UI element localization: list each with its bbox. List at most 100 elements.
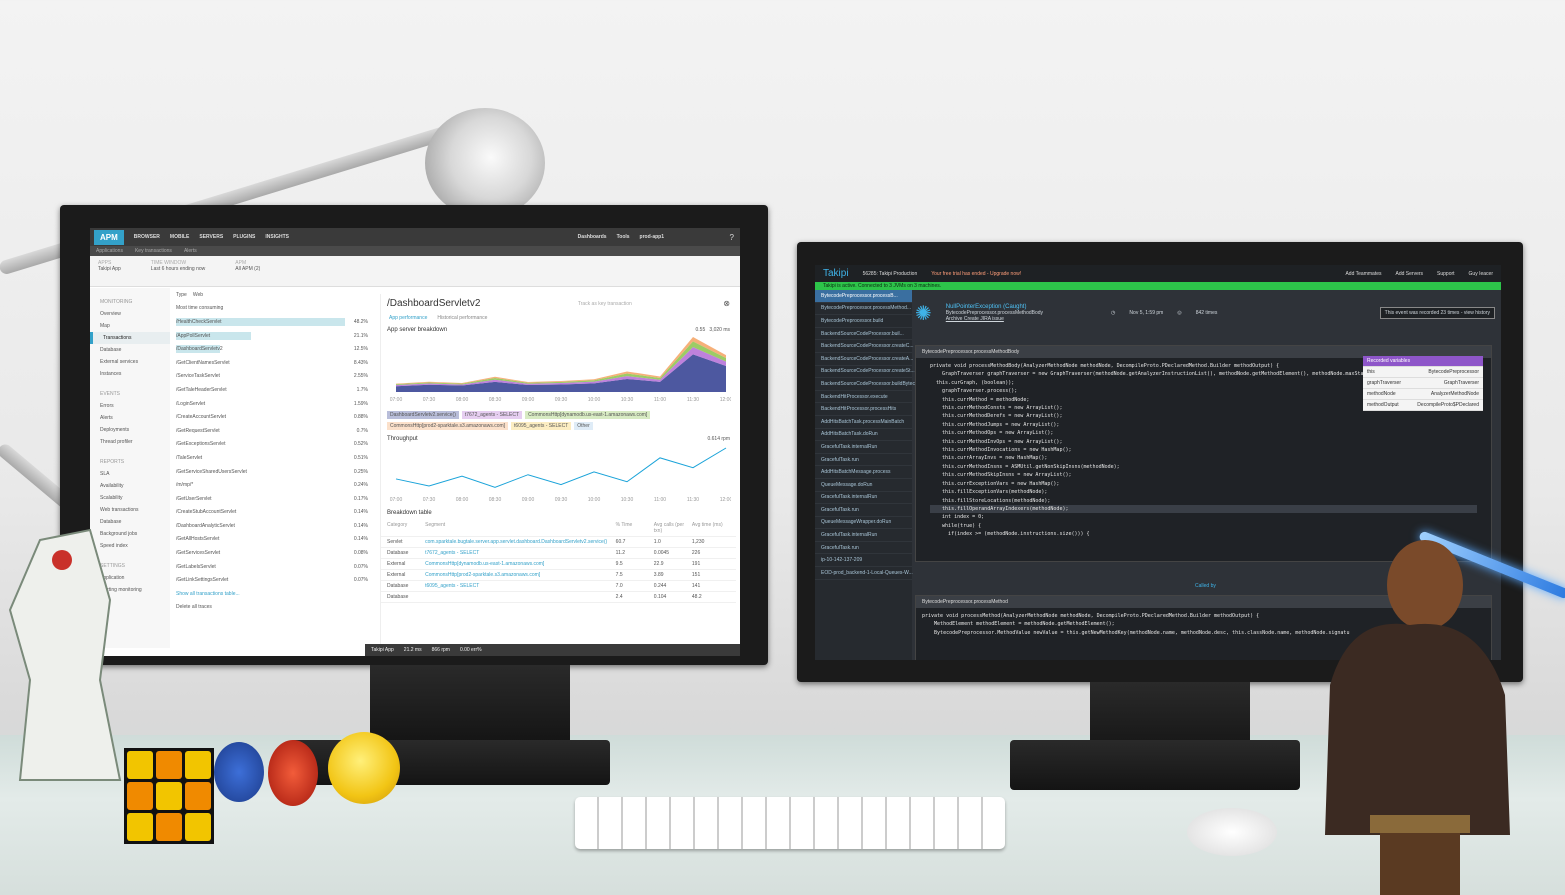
stack-frame-item[interactable]: QueueMessage.doRun: [815, 479, 912, 492]
variable-row[interactable]: this BytecodePreprocessor: [1363, 367, 1483, 378]
nav-plugins[interactable]: PLUGINS: [233, 234, 255, 240]
app-picker[interactable]: APPS Takipi App: [98, 260, 121, 282]
history-dropdown[interactable]: This event was recorded 23 times - view …: [1379, 307, 1495, 319]
nav-insights[interactable]: INSIGHTS: [265, 234, 289, 240]
transaction-row[interactable]: /CreateStubAccountServlet 0.14%: [172, 506, 372, 520]
takipi-logo[interactable]: Takipi: [823, 268, 849, 279]
close-icon[interactable]: ⊗: [723, 299, 736, 308]
support-menu[interactable]: Support: [1437, 271, 1455, 277]
legend-item[interactable]: CommonsHttp[prod2-sparktale.s3.amazonaws…: [387, 422, 509, 430]
nav-servers[interactable]: SERVERS: [199, 234, 223, 240]
transaction-row[interactable]: /m/mp/* 0.24%: [172, 478, 372, 492]
transaction-row[interactable]: /AppPollServlet 21.1%: [172, 329, 372, 343]
nav-browser[interactable]: BROWSER: [134, 234, 160, 240]
sidebar-item[interactable]: Overview: [90, 308, 170, 320]
environment-name[interactable]: 56285: Takipi Production: [863, 271, 918, 277]
sidebar-item[interactable]: Deployments: [90, 424, 170, 436]
dashboards-menu[interactable]: Dashboards: [578, 234, 607, 240]
variable-row[interactable]: graphTraverser GraphTraverser: [1363, 378, 1483, 389]
stack-frame-item[interactable]: QueueMessageWrapper.doRun: [815, 517, 912, 530]
stack-frame-item[interactable]: GracefulTask.run: [815, 504, 912, 517]
legend-item[interactable]: DashboardServletv2.service(): [387, 411, 459, 419]
error-links[interactable]: Archive Create JIRA issue: [946, 316, 1043, 322]
sidebar-item[interactable]: Instances: [90, 368, 170, 380]
transaction-row[interactable]: /TaleServlet 0.51%: [172, 451, 372, 465]
table-row[interactable]: Servlet com.sparktale.bugtale.server.app.…: [381, 537, 736, 548]
legend-item[interactable]: t6095_agents - SELECT: [511, 422, 572, 430]
table-row[interactable]: Database t7672_agents - SELECT 11.2 0.0045 2…: [381, 548, 736, 559]
stack-frame-item[interactable]: BackendHitProcessor.execute: [815, 391, 912, 404]
stack-frame-item[interactable]: GracefulTask.internalRun: [815, 529, 912, 542]
stack-frame-item[interactable]: BackendSourceCodeProcessor.buildBytecode…: [815, 378, 935, 391]
transaction-row[interactable]: /GetLinkSettingsServlet 0.07%: [172, 573, 372, 587]
stack-frame-item[interactable]: BytecodePreprocessor.processMethod...: [815, 303, 912, 316]
stack-frame-item[interactable]: BackendSourceCodeProcessor.createC...: [815, 340, 914, 353]
stack-frame-item[interactable]: AddHitsBatchTask.processMainBatch: [815, 416, 912, 429]
stack-frame-item[interactable]: AddHitsBatchMessage.process: [815, 466, 912, 479]
transaction-row[interactable]: /GetExceptionsServlet 0.52%: [172, 438, 372, 452]
time-picker[interactable]: TIME WINDOW Last 6 hours ending now: [151, 260, 205, 282]
transaction-row[interactable]: /LoginServlet 1.59%: [172, 397, 372, 411]
apm-picker[interactable]: APM All APM (2): [235, 260, 260, 282]
sidebar-item[interactable]: Web transactions: [90, 504, 170, 516]
sort-filter[interactable]: Most time consuming: [172, 302, 372, 316]
stack-frame-item[interactable]: GracefulTask.run: [815, 454, 912, 467]
transaction-row[interactable]: /GetRequestServlet 0.7%: [172, 424, 372, 438]
type-filter[interactable]: Type Web: [172, 288, 372, 302]
sidebar-item[interactable]: Database: [90, 344, 170, 356]
stack-frame-item[interactable]: BackendSourceCodeProcessor.createSt...: [815, 366, 915, 379]
transaction-row[interactable]: /ServiceTaskServlet 2.55%: [172, 370, 372, 384]
table-row[interactable]: Database 2.4 0.104 48.2: [381, 592, 736, 603]
transaction-row[interactable]: /DashboardServletv2 12.5%: [172, 342, 372, 356]
called-by-label[interactable]: Called by: [1195, 583, 1216, 589]
add-servers-button[interactable]: Add Servers: [1396, 271, 1424, 277]
table-row[interactable]: External CommonsHttp[prod2-sparktale.s3.a…: [381, 570, 736, 581]
variable-row[interactable]: methodNode AnalyzerMethodNode: [1363, 389, 1483, 400]
help-icon[interactable]: ?: [730, 233, 740, 242]
stack-frame-item[interactable]: GracefulTask.internalRun: [815, 441, 912, 454]
add-teammates-button[interactable]: Add Teammates: [1345, 271, 1381, 277]
sidebar-item[interactable]: External services: [90, 356, 170, 368]
transaction-row[interactable]: /GetTaleHeaderServlet 1.7%: [172, 383, 372, 397]
stack-frame-item[interactable]: BytecodePreprocessor.build: [815, 315, 912, 328]
legend-item[interactable]: Other: [574, 422, 593, 430]
tab-historical-performance[interactable]: Historical performance: [437, 315, 487, 321]
sidebar-item[interactable]: Transactions: [90, 332, 170, 344]
stack-frame-item[interactable]: GracefulTask.run: [815, 542, 912, 555]
stack-frame-item[interactable]: BytecodePreprocessor.processB...: [815, 290, 912, 303]
sidebar-item[interactable]: Scalability: [90, 492, 170, 504]
stack-frame-item[interactable]: AddHitsBatchTask.doRun: [815, 429, 912, 442]
variable-row[interactable]: methodOutput DecompileProto$PDeclared: [1363, 400, 1483, 411]
tab-app-performance[interactable]: App performance: [389, 315, 427, 321]
track-key-transaction[interactable]: Track as key transaction: [578, 301, 632, 307]
transaction-row[interactable]: /DashboardAnalyticServlet 0.14%: [172, 519, 372, 533]
transaction-row[interactable]: /HealthCheckServlet 48.2%: [172, 315, 372, 329]
sidebar-item[interactable]: SLA: [90, 468, 170, 480]
sidebar-item[interactable]: Errors: [90, 400, 170, 412]
table-row[interactable]: Database t6095_agents - SELECT 7.0 0.244 141: [381, 581, 736, 592]
variables-header[interactable]: Recorded variables: [1363, 356, 1483, 367]
transaction-row[interactable]: /GetServicesServlet 0.08%: [172, 546, 372, 560]
subnav-alerts[interactable]: Alerts: [184, 248, 197, 254]
transaction-row[interactable]: /CreateAccountServlet 0.88%: [172, 410, 372, 424]
legend-item[interactable]: t7672_agents - SELECT: [461, 411, 523, 419]
footer-app[interactable]: Takipi App: [371, 647, 394, 653]
nav-mobile[interactable]: MOBILE: [170, 234, 189, 240]
transaction-row[interactable]: /GetLabelsServlet 0.07%: [172, 560, 372, 574]
sidebar-item[interactable]: Thread profiler: [90, 436, 170, 448]
legend-item[interactable]: CommonsHttp[dynamodb.us-east-1.amazonaws…: [525, 411, 651, 419]
subnav-key-transactions[interactable]: Key transactions: [135, 248, 172, 254]
table-row[interactable]: External CommonsHttp[dynamodb.us-east-1.a…: [381, 559, 736, 570]
tools-menu[interactable]: Tools: [617, 234, 630, 240]
delete-traces-button[interactable]: Delete all traces: [172, 601, 372, 615]
subnav-applications[interactable]: Applications: [96, 248, 123, 254]
apm-logo[interactable]: APM: [94, 229, 124, 245]
stack-frame-item[interactable]: EOD-prod_backend-1-Local-Queues-W...: [815, 567, 913, 580]
sidebar-item[interactable]: Map: [90, 320, 170, 332]
sidebar-item[interactable]: Availability: [90, 480, 170, 492]
stack-frame-item[interactable]: BackendSourceCodeProcessor.buil...: [815, 328, 912, 341]
account-selector[interactable]: prod-app1: [640, 234, 720, 240]
transaction-row[interactable]: /GetAllHostsServlet 0.14%: [172, 533, 372, 547]
transaction-row[interactable]: /GetClientNamesServlet 8.43%: [172, 356, 372, 370]
user-menu[interactable]: Guy Ieacer: [1469, 271, 1501, 277]
